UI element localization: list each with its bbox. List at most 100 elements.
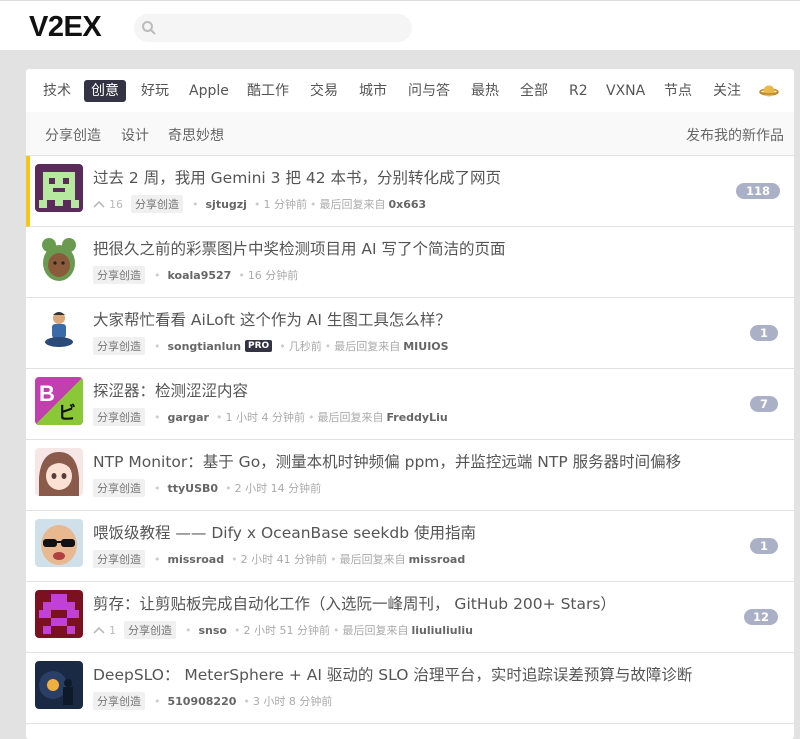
topic-title[interactable]: NTP Monitor：基于 Go，测量本机时钟频偏 ppm，并监控远端 NTP… bbox=[93, 450, 681, 472]
last-reply-user[interactable]: 0x663 bbox=[388, 198, 426, 211]
reply-count[interactable]: 1 bbox=[750, 538, 778, 554]
node-tag[interactable]: 分享创造 bbox=[93, 550, 145, 568]
separator: • bbox=[154, 268, 161, 282]
separator: • bbox=[279, 339, 286, 353]
last-reply-label: 最后回复来自 bbox=[317, 411, 384, 424]
author-link[interactable]: 510908220 bbox=[168, 695, 237, 708]
topic-meta: 16 分享创造 • sjtugzj • 1 分钟前 • 最后回复来自 0x663 bbox=[93, 195, 426, 213]
frog-hood-avatar[interactable] bbox=[35, 235, 83, 283]
topic-meta: 分享创造 • gargar • 1 小时 4 分钟前 • 最后回复来自 Fred… bbox=[93, 408, 448, 426]
post-time: 1 分钟前 bbox=[263, 198, 307, 211]
svg-text:B: B bbox=[39, 381, 55, 406]
author-link[interactable]: sjtugzj bbox=[206, 198, 247, 211]
separator: • bbox=[154, 410, 161, 424]
tab-creative[interactable]: 创意 bbox=[84, 80, 126, 102]
node-tag[interactable]: 分享创造 bbox=[93, 266, 145, 284]
separator: • bbox=[307, 410, 315, 424]
topic-item: DeepSLO： MeterSphere + AI 驱动的 SLO 治理平台，实… bbox=[26, 653, 794, 724]
topic-meta: 1 分享创造 • snso • 2 小时 51 分钟前 • 最后回复来自 liu… bbox=[93, 621, 473, 639]
chevron-up-icon bbox=[93, 626, 105, 634]
topic-title[interactable]: 大家帮忙看看 AiLoft 这个作为 AI 生图工具怎么样？ bbox=[93, 308, 451, 330]
reply-count[interactable]: 12 bbox=[744, 609, 778, 625]
sitting-person-avatar[interactable] bbox=[35, 306, 83, 354]
node-tag[interactable]: 分享创造 bbox=[124, 621, 176, 639]
separator: • bbox=[154, 481, 161, 495]
planet-icon[interactable] bbox=[759, 82, 779, 100]
separator: • bbox=[332, 623, 340, 637]
tab-following[interactable]: 关注 bbox=[713, 80, 741, 102]
pixel-purple-avatar[interactable] bbox=[35, 590, 83, 638]
subnav-ideas[interactable]: 奇思妙想 bbox=[168, 125, 224, 145]
reply-count[interactable]: 1 bbox=[750, 325, 778, 341]
separator: • bbox=[192, 197, 199, 211]
pixel-invader-avatar[interactable] bbox=[35, 164, 83, 212]
tab-city[interactable]: 城市 bbox=[359, 80, 387, 102]
tab-bar: 技术 创意 好玩 Apple 酷工作 交易 城市 问与答 最热 全部 R2 VX… bbox=[26, 69, 794, 112]
topic-title[interactable]: 过去 2 周，我用 Gemini 3 把 42 本书，分别转化成了网页 bbox=[93, 166, 501, 188]
topic-title[interactable]: 喂饭级教程 —— Dify x OceanBase seekdb 使用指南 bbox=[93, 521, 476, 543]
reply-count[interactable]: 7 bbox=[750, 396, 778, 412]
tab-nodes[interactable]: 节点 bbox=[664, 80, 692, 102]
reply-count[interactable]: 118 bbox=[736, 183, 780, 199]
pro-badge: PRO bbox=[245, 340, 273, 352]
post-time: 1 小时 4 分钟前 bbox=[225, 411, 305, 424]
author-link[interactable]: gargar bbox=[168, 411, 209, 424]
topic-item: 剪存：让剪贴板完成自动化工作（入选阮一峰周刊， GitHub 200+ Star… bbox=[26, 582, 794, 653]
topic-title[interactable]: DeepSLO： MeterSphere + AI 驱动的 SLO 治理平台，实… bbox=[93, 663, 692, 685]
site-logo[interactable]: V2EX bbox=[29, 11, 102, 44]
topic-item: 过去 2 周，我用 Gemini 3 把 42 本书，分别转化成了网页 16 分… bbox=[26, 156, 794, 227]
tab-deals[interactable]: 交易 bbox=[310, 80, 338, 102]
post-time: 16 分钟前 bbox=[247, 269, 299, 282]
separator: • bbox=[233, 623, 241, 637]
svg-text:ビ: ビ bbox=[58, 403, 76, 424]
author-link[interactable]: missroad bbox=[168, 553, 225, 566]
search-input[interactable] bbox=[164, 17, 408, 41]
last-reply-user[interactable]: missroad bbox=[409, 553, 466, 566]
node-tag[interactable]: 分享创造 bbox=[93, 692, 145, 710]
publish-work-link[interactable]: 发布我的新作品 bbox=[686, 125, 784, 145]
tab-all[interactable]: 全部 bbox=[520, 80, 548, 102]
node-tag[interactable]: 分享创造 bbox=[131, 195, 183, 213]
tab-r2[interactable]: R2 bbox=[569, 80, 588, 102]
tab-jobs[interactable]: 酷工作 bbox=[247, 80, 289, 102]
search-box[interactable] bbox=[134, 14, 412, 42]
subnav-share-create[interactable]: 分享创造 bbox=[45, 125, 101, 145]
last-reply-label: 最后回复来自 bbox=[319, 198, 386, 211]
post-time: 3 小时 8 分钟前 bbox=[252, 695, 333, 708]
topic-title[interactable]: 把很久之前的彩票图片中奖检测项目用 AI 写了个简洁的页面 bbox=[93, 237, 506, 259]
tab-fun[interactable]: 好玩 bbox=[141, 80, 169, 102]
post-time: 2 小时 14 分钟前 bbox=[234, 482, 322, 495]
separator: • bbox=[154, 339, 161, 353]
night-lantern-avatar[interactable] bbox=[35, 661, 83, 709]
separator: • bbox=[231, 552, 238, 566]
baby-sunglasses-avatar[interactable] bbox=[35, 519, 83, 567]
tab-apple[interactable]: Apple bbox=[189, 80, 229, 102]
upvote[interactable]: 16 bbox=[93, 198, 123, 211]
tab-hot[interactable]: 最热 bbox=[471, 80, 499, 102]
topic-title[interactable]: 探涩器：检测涩涩内容 bbox=[93, 379, 248, 401]
last-reply-user[interactable]: liuliuliuliu bbox=[411, 624, 473, 637]
node-tag[interactable]: 分享创造 bbox=[93, 479, 145, 497]
node-tag[interactable]: 分享创造 bbox=[93, 337, 145, 355]
last-reply-user[interactable]: FreddyLiu bbox=[386, 411, 447, 424]
chevron-up-icon bbox=[93, 200, 105, 208]
author-link[interactable]: snso bbox=[199, 624, 227, 637]
upvote[interactable]: 1 bbox=[93, 624, 116, 637]
separator: • bbox=[330, 552, 337, 566]
post-time: 2 小时 41 分钟前 bbox=[240, 553, 328, 566]
anime-girl-avatar[interactable] bbox=[35, 448, 83, 496]
author-link[interactable]: songtianlun bbox=[168, 340, 242, 353]
node-tag[interactable]: 分享创造 bbox=[93, 408, 145, 426]
b-bi-logo-avatar[interactable]: B ビ bbox=[35, 377, 83, 425]
tab-qna[interactable]: 问与答 bbox=[408, 80, 450, 102]
tab-vxna[interactable]: VXNA bbox=[606, 80, 645, 102]
subnav-design[interactable]: 设计 bbox=[121, 125, 149, 145]
last-reply-user[interactable]: MIUIOS bbox=[403, 340, 448, 353]
author-link[interactable]: koala9527 bbox=[168, 269, 232, 282]
topic-item: 喂饭级教程 —— Dify x OceanBase seekdb 使用指南 分享… bbox=[26, 511, 794, 582]
tab-tech[interactable]: 技术 bbox=[43, 80, 71, 102]
topic-item: B ビ 探涩器：检测涩涩内容 分享创造 • gargar • 1 小时 4 分钟… bbox=[26, 369, 794, 440]
author-link[interactable]: ttyUSB0 bbox=[168, 482, 219, 495]
topic-title[interactable]: 剪存：让剪贴板完成自动化工作（入选阮一峰周刊， GitHub 200+ Star… bbox=[93, 592, 616, 614]
last-reply-label: 最后回复来自 bbox=[339, 553, 406, 566]
